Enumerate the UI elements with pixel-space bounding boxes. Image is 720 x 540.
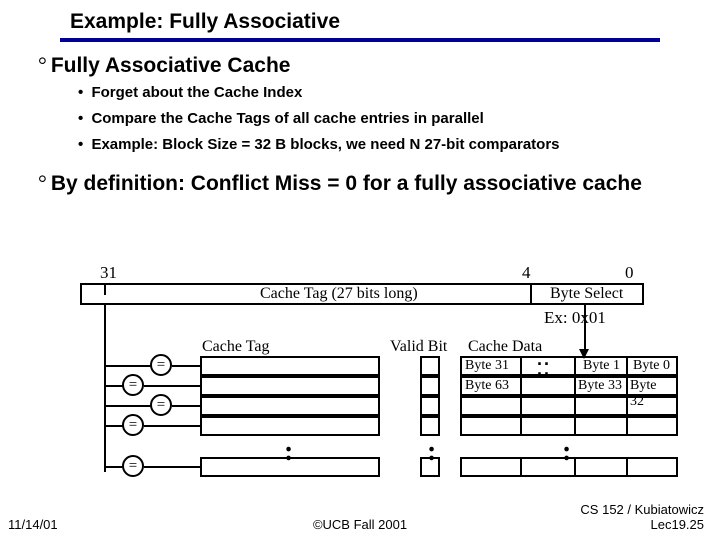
valid-row	[420, 376, 440, 396]
data-row: Byte 63 Byte 33 Byte 32	[460, 376, 678, 396]
wire	[144, 385, 200, 387]
wire	[104, 385, 124, 387]
wire	[144, 466, 200, 468]
cache-tag-header: Cache Tag	[202, 338, 269, 356]
bit-label-0: 0	[625, 263, 634, 283]
bullet-1: ° Fully Associative Cache	[38, 52, 290, 78]
vertical-ellipsis: :	[284, 436, 293, 468]
comparator: =	[122, 374, 144, 396]
sub-bullet-2: • Compare the Cache Tags of all cache en…	[78, 110, 484, 127]
tag-row	[200, 376, 380, 396]
title-underline	[60, 38, 660, 42]
wire	[104, 466, 124, 468]
tag-row	[200, 396, 380, 416]
data-cell: Byte 63	[462, 378, 512, 394]
bit-label-31: 31	[100, 263, 117, 283]
data-row	[460, 416, 678, 436]
bullet-2: ° By definition: Conflict Miss = 0 for a…	[38, 170, 678, 196]
cache-data-header: Cache Data	[468, 338, 542, 356]
footer-lecnum: Lec19.25	[651, 517, 705, 532]
slide-title: Example: Fully Associative	[70, 10, 340, 34]
byte-select-label: Byte Select	[550, 285, 623, 303]
sub-bullet-3: • Example: Block Size = 32 B blocks, we …	[78, 136, 560, 153]
byte-select-example: Ex: 0x01	[544, 308, 606, 328]
data-cell: Byte 33	[575, 378, 625, 394]
vertical-ellipsis: :	[562, 436, 571, 468]
wire-tag-down	[104, 305, 106, 327]
wire	[144, 425, 200, 427]
comparator: =	[150, 354, 172, 376]
valid-row	[420, 416, 440, 436]
valid-bit-header: Valid Bit	[390, 338, 447, 356]
wire-bus	[104, 327, 106, 472]
cache-tag-field-label: Cache Tag (27 bits long)	[260, 285, 418, 303]
wire	[104, 365, 152, 367]
tag-row	[200, 416, 380, 436]
wire	[172, 405, 200, 407]
dot-icon: •	[78, 84, 83, 101]
comparator: =	[122, 455, 144, 477]
dot-icon: •	[78, 136, 83, 153]
footer-course: CS 152 / Kubiatowicz Lec19.25	[580, 502, 704, 532]
sub-bullet-3-text: Example: Block Size = 32 B blocks, we ne…	[91, 136, 559, 153]
sub-bullet-1: • Forget about the Cache Index	[78, 84, 302, 101]
wire	[104, 425, 124, 427]
comparator: =	[122, 414, 144, 436]
vertical-ellipsis: :	[427, 436, 436, 468]
dot-icon: •	[78, 110, 83, 127]
footer-course-text: CS 152 / Kubiatowicz	[580, 502, 704, 517]
bit-label-4: 4	[522, 263, 531, 283]
data-row	[460, 396, 678, 416]
wire	[172, 365, 200, 367]
sub-bullet-2-text: Compare the Cache Tags of all cache entr…	[91, 110, 483, 127]
bullet-2-text: By definition: Conflict Miss = 0 for a f…	[51, 172, 642, 195]
degree-icon: °	[38, 52, 47, 77]
wire	[104, 405, 152, 407]
bullet-1-text: Fully Associative Cache	[51, 54, 291, 77]
ellipsis-icon: ....	[537, 354, 551, 374]
data-cell: Byte 1	[580, 358, 623, 374]
valid-row	[420, 356, 440, 376]
wire-byteselect-down	[584, 305, 586, 351]
address-divider	[530, 283, 532, 305]
sub-bullet-1-text: Forget about the Cache Index	[91, 84, 302, 101]
comparator: =	[150, 394, 172, 416]
data-row: Byte 31 Byte 1 Byte 0	[460, 356, 678, 376]
degree-icon: °	[38, 170, 47, 195]
data-cell: Byte 31	[462, 358, 512, 374]
data-cell: Byte 0	[630, 358, 673, 374]
wire-tag-stub	[104, 283, 106, 295]
tag-row	[200, 356, 380, 376]
data-cell: Byte 32	[627, 378, 676, 394]
valid-row	[420, 396, 440, 416]
